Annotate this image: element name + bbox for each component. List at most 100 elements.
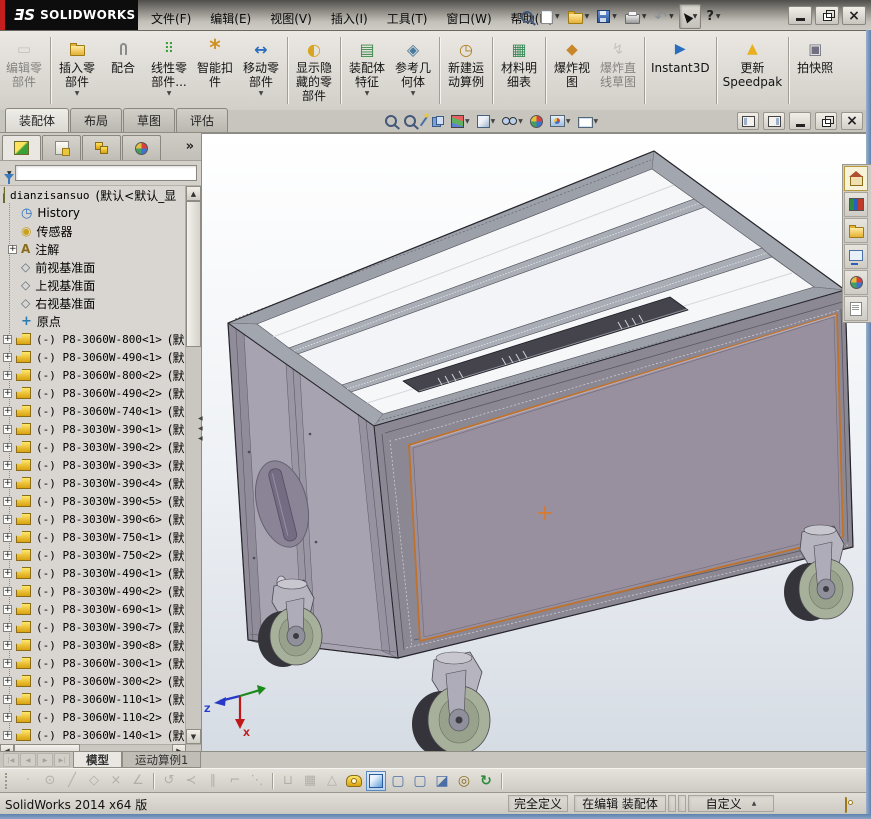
- tab-布局[interactable]: 布局: [70, 108, 123, 132]
- doc-pane-left-button[interactable]: [737, 112, 759, 130]
- tree-part-row[interactable]: + (-) P8-3030W-390<8> (默: [0, 636, 186, 654]
- tree-part-row[interactable]: + (-) P8-3060W-300<2> (默: [0, 672, 186, 690]
- expand-toggle[interactable]: +: [3, 532, 12, 542]
- tree-part-row[interactable]: + (-) P8-3030W-490<2> (默: [0, 582, 186, 600]
- graphics-area[interactable]: Z X: [202, 133, 866, 752]
- doc-restore-button[interactable]: [815, 112, 837, 130]
- cm-button-show-hidden-components[interactable]: ◐ 显示隐 藏的零 部件: [291, 33, 337, 108]
- hide-show-items-button[interactable]: ▼: [500, 116, 525, 126]
- cube-a-button[interactable]: ▢: [388, 771, 408, 791]
- tree-item-4[interactable]: ◇ 上视基准面: [0, 276, 186, 294]
- scroll-up-arrow[interactable]: ▲: [186, 186, 201, 201]
- cm-button-mate[interactable]: 配合: [100, 33, 146, 108]
- section-view-button[interactable]: [430, 115, 446, 128]
- dropdown-arrow-icon[interactable]: ▼: [594, 118, 599, 125]
- cm-button-update-speedpak[interactable]: ▲ 更新 Speedpak: [720, 33, 786, 108]
- tree-part-row[interactable]: + (-) P8-3030W-390<3> (默: [0, 456, 186, 474]
- expand-toggle[interactable]: +: [3, 406, 12, 416]
- tree-part-row[interactable]: + (-) P8-3060W-490<2> (默: [0, 384, 186, 402]
- menu-e[interactable]: 编辑(E): [201, 6, 260, 31]
- model-tab-模型[interactable]: 模型: [73, 752, 122, 768]
- new-file-button[interactable]: ▼: [538, 5, 563, 28]
- cm-button-bom[interactable]: ▦ 材料明 细表: [496, 33, 542, 108]
- dropdown-arrow-icon[interactable]: ▼: [669, 13, 674, 20]
- panel-tab-property-manager[interactable]: [42, 135, 81, 160]
- tree-item-1[interactable]: ◉ 传感器: [0, 222, 186, 240]
- select-cursor-button[interactable]: ▼: [678, 4, 702, 29]
- dropdown-arrow-icon[interactable]: ▲: [752, 800, 757, 807]
- expand-toggle[interactable]: +: [3, 370, 12, 380]
- dropdown-arrow-icon[interactable]: ▼: [465, 118, 470, 125]
- measure-button[interactable]: [344, 771, 364, 791]
- tree-item-3[interactable]: ◇ 前视基准面: [0, 258, 186, 276]
- taskpane-appearances-button[interactable]: [844, 270, 868, 295]
- expand-toggle[interactable]: +: [3, 424, 12, 434]
- tree-item-6[interactable]: + 原点: [0, 312, 186, 330]
- model-tab-运动算例1[interactable]: 运动算例1: [122, 752, 202, 768]
- section-cube-button[interactable]: ◪: [432, 771, 452, 791]
- cm-button-new-motion-study[interactable]: ◷ 新建运 动算例: [443, 33, 489, 108]
- expand-toggle[interactable]: +: [3, 694, 12, 704]
- expand-toggle[interactable]: +: [3, 730, 12, 740]
- cm-button-smart-fasteners[interactable]: * 智能扣件: [192, 33, 238, 108]
- view-orientation-button[interactable]: ▼: [449, 114, 472, 129]
- expand-toggle[interactable]: +: [3, 586, 12, 596]
- expand-toggle[interactable]: +: [3, 712, 12, 722]
- expand-toggle[interactable]: +: [3, 676, 12, 686]
- menu-i[interactable]: 插入(I): [322, 6, 377, 31]
- tree-part-row[interactable]: + (-) P8-3030W-390<1> (默: [0, 420, 186, 438]
- dropdown-arrow-icon[interactable]: ▼: [642, 13, 647, 20]
- view-settings-button[interactable]: ▼: [576, 114, 601, 129]
- dropdown-arrow-icon[interactable]: ▼: [411, 90, 416, 97]
- scroll-down-arrow[interactable]: ▼: [186, 729, 201, 744]
- expand-toggle[interactable]: +: [3, 352, 12, 362]
- doc-pane-right-button[interactable]: [763, 112, 785, 130]
- doc-minimize-button[interactable]: [789, 112, 811, 130]
- tab-草图[interactable]: 草图: [123, 108, 176, 132]
- status-segment-4[interactable]: 自定义 ▲: [688, 795, 774, 812]
- close-button[interactable]: ×: [842, 6, 866, 25]
- panel-tab-configuration-manager[interactable]: [82, 135, 121, 160]
- expand-toggle[interactable]: +: [3, 622, 12, 632]
- dropdown-arrow-icon[interactable]: ▼: [716, 13, 721, 20]
- zoom-fit-button[interactable]: [383, 114, 399, 128]
- expand-toggle[interactable]: +: [3, 550, 12, 560]
- expand-toggle[interactable]: +: [3, 568, 12, 578]
- expand-toggle[interactable]: +: [3, 514, 12, 524]
- section-wand-button[interactable]: [419, 114, 429, 128]
- dropdown-arrow-icon[interactable]: ▼: [518, 118, 523, 125]
- panel-tab-feature-manager[interactable]: [2, 135, 41, 160]
- apply-scene-button[interactable]: ▼: [548, 114, 573, 128]
- dropdown-arrow-icon[interactable]: ▼: [585, 13, 590, 20]
- tree-item-2[interactable]: + A 注解: [0, 240, 186, 258]
- expand-toggle[interactable]: +: [3, 496, 12, 506]
- expand-toggle[interactable]: +: [3, 640, 12, 650]
- toolbar-drag-handle[interactable]: [5, 772, 10, 789]
- expand-toggle[interactable]: +: [3, 442, 12, 452]
- expand-toggle[interactable]: +: [3, 388, 12, 398]
- expand-toggle[interactable]: +: [3, 604, 12, 614]
- undo-button[interactable]: ↶ ▼: [652, 5, 677, 28]
- panel-splitter-handle[interactable]: ◀ ◀ ◀: [198, 415, 203, 442]
- dropdown-arrow-icon[interactable]: ▼: [491, 118, 496, 125]
- taskpane-home-button[interactable]: [844, 166, 868, 191]
- cm-button-move-component[interactable]: ↔ 移动零 部件 ▼: [238, 33, 284, 108]
- tree-part-row[interactable]: + (-) P8-3030W-490<1> (默: [0, 564, 186, 582]
- tab-评估[interactable]: 评估: [176, 108, 229, 132]
- zoom-area-button[interactable]: [402, 114, 418, 128]
- tree-part-row[interactable]: + (-) P8-3030W-750<2> (默: [0, 546, 186, 564]
- tree-part-row[interactable]: + (-) P8-3030W-390<5> (默: [0, 492, 186, 510]
- refresh-button[interactable]: ↻: [476, 771, 496, 791]
- panel-tab-overflow[interactable]: »: [186, 139, 194, 154]
- menu-w[interactable]: 窗口(W): [437, 6, 500, 31]
- tree-part-row[interactable]: + (-) P8-3060W-300<1> (默: [0, 654, 186, 672]
- tree-filter-input[interactable]: [14, 165, 197, 181]
- tree-part-row[interactable]: + (-) P8-3030W-390<6> (默: [0, 510, 186, 528]
- menu-f[interactable]: 文件(F): [142, 6, 200, 31]
- print-button[interactable]: ▼: [622, 5, 650, 28]
- taskpane-custom-properties-button[interactable]: [844, 296, 868, 321]
- doc-close-button[interactable]: ×: [841, 112, 863, 130]
- menu-t[interactable]: 工具(T): [378, 6, 437, 31]
- dropdown-arrow-icon[interactable]: ▼: [259, 90, 264, 97]
- cm-button-linear-pattern[interactable]: ⠿ 线性零 部件... ▼: [146, 33, 192, 108]
